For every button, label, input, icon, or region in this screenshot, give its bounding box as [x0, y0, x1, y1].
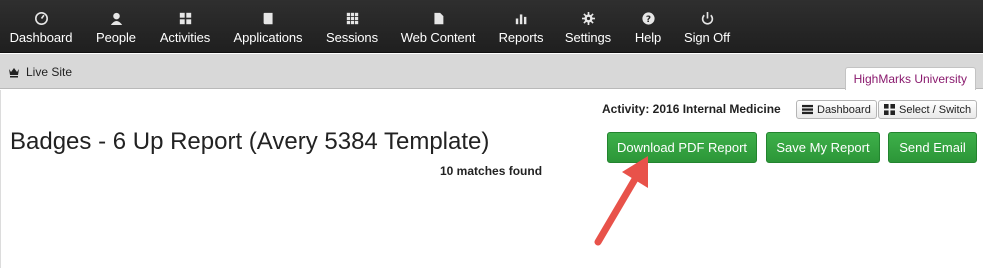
nav-dashboard[interactable]: Dashboard [6, 0, 76, 53]
main-content: Activity: 2016 Internal Medicine Dashboa… [0, 90, 983, 268]
nav-sessions[interactable]: Sessions [324, 0, 380, 53]
question-icon: ? [640, 10, 656, 26]
crown-icon [9, 68, 19, 78]
sub-bar: Live Site HighMarks University [0, 54, 983, 90]
nav-reports[interactable]: Reports [496, 0, 546, 53]
bar-chart-icon [513, 10, 529, 26]
nav-web-content[interactable]: Web Content [398, 0, 478, 53]
book-icon [260, 10, 276, 26]
nav-label: Applications [233, 30, 303, 45]
page-title: Badges - 6 Up Report (Avery 5384 Templat… [10, 128, 490, 155]
nav-label: Sign Off [684, 30, 730, 45]
nav-people[interactable]: People [93, 0, 139, 53]
nav-label: Settings [564, 30, 612, 45]
power-icon [699, 10, 715, 26]
nav-label: Activities [159, 30, 211, 45]
live-site-link[interactable]: Live Site [8, 65, 72, 79]
nav-label: Help [634, 30, 662, 45]
dashboard-button-label: Dashboard [817, 103, 871, 116]
nav-settings[interactable]: Settings [562, 0, 614, 53]
nav-label: Web Content [400, 30, 476, 45]
nav-label: Sessions [326, 30, 378, 45]
grid-icon [177, 10, 193, 26]
gear-icon [580, 10, 596, 26]
nav-activities[interactable]: Activities [156, 0, 214, 53]
top-navigation: Dashboard People Activities Applications… [0, 0, 983, 53]
file-icon [430, 10, 446, 26]
dots-grid-icon [344, 10, 360, 26]
list-icon [802, 104, 813, 115]
annotation-arrow [594, 156, 648, 246]
send-email-button[interactable]: Send Email [888, 132, 977, 163]
dashboard-button[interactable]: Dashboard [796, 100, 877, 119]
nav-sign-off[interactable]: Sign Off [682, 0, 732, 53]
activity-label: Activity: 2016 Internal Medicine [602, 102, 781, 116]
org-tab[interactable]: HighMarks University [844, 67, 976, 90]
grid-icon [884, 104, 895, 115]
matches-count: 10 matches found [440, 164, 543, 178]
select-switch-label: Select / Switch [899, 103, 972, 116]
person-icon [108, 10, 124, 26]
svg-text:?: ? [645, 14, 650, 24]
nav-label: Dashboard [9, 30, 73, 45]
live-site-label: Live Site [26, 65, 73, 79]
nav-help[interactable]: ? Help [631, 0, 665, 53]
nav-label: Reports [498, 30, 544, 45]
nav-applications[interactable]: Applications [231, 0, 305, 53]
save-report-button[interactable]: Save My Report [766, 132, 880, 163]
nav-label: People [96, 30, 136, 45]
select-switch-button[interactable]: Select / Switch [878, 100, 978, 119]
dashboard-icon [33, 10, 49, 26]
